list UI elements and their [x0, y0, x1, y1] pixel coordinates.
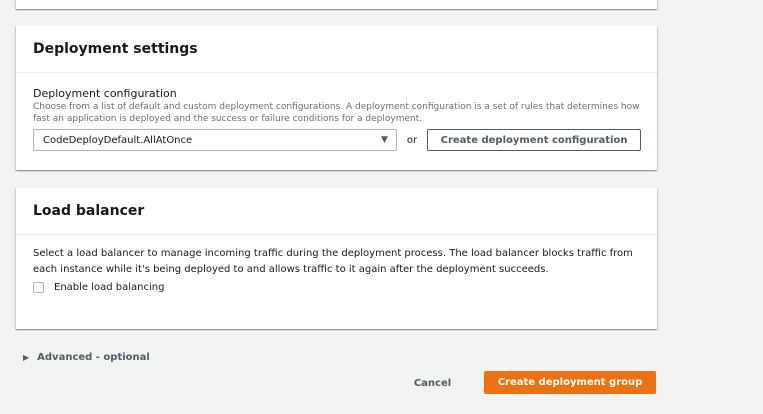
load-balancer-card: Load balancer Select a load balancer to … [16, 188, 657, 329]
deployment-config-row: CodeDeployDefault.AllAtOnce ▼ or Create … [33, 129, 641, 151]
deployment-settings-header: Deployment settings [16, 26, 657, 73]
page: Deployment settings Deployment configura… [0, 0, 763, 414]
load-balancer-body: Select a load balancer to manage incomin… [16, 246, 657, 293]
deployment-settings-body: Deployment configuration Choose from a l… [16, 87, 657, 151]
enable-load-balancing-checkbox[interactable] [33, 282, 44, 293]
deployment-settings-title: Deployment settings [33, 41, 198, 57]
advanced-optional-label[interactable]: Advanced - optional [37, 352, 150, 363]
create-deployment-group-button[interactable]: Create deployment group [484, 371, 656, 394]
create-deployment-configuration-button[interactable]: Create deployment configuration [427, 129, 641, 151]
load-balancer-header: Load balancer [16, 188, 657, 235]
deployment-config-select[interactable]: CodeDeployDefault.AllAtOnce ▼ [33, 129, 397, 151]
caret-right-icon: ▶ [23, 353, 30, 362]
or-text: or [406, 134, 418, 146]
caret-down-icon: ▼ [380, 135, 388, 145]
load-balancer-title: Load balancer [33, 203, 145, 219]
enable-load-balancing-row[interactable]: Enable load balancing [33, 282, 641, 293]
deployment-settings-card: Deployment settings Deployment configura… [16, 26, 657, 170]
deployment-config-selected-value: CodeDeployDefault.AllAtOnce [43, 134, 193, 146]
advanced-optional-toggle[interactable]: ▶ Advanced - optional [23, 352, 150, 363]
previous-section-card [16, 0, 657, 9]
deployment-config-description: Choose from a list of default and custom… [33, 102, 640, 124]
enable-load-balancing-label[interactable]: Enable load balancing [54, 282, 164, 293]
load-balancer-description: Select a load balancer to manage incomin… [33, 248, 633, 275]
deployment-config-label: Deployment configuration [33, 87, 177, 100]
cancel-button[interactable]: Cancel [404, 373, 461, 393]
